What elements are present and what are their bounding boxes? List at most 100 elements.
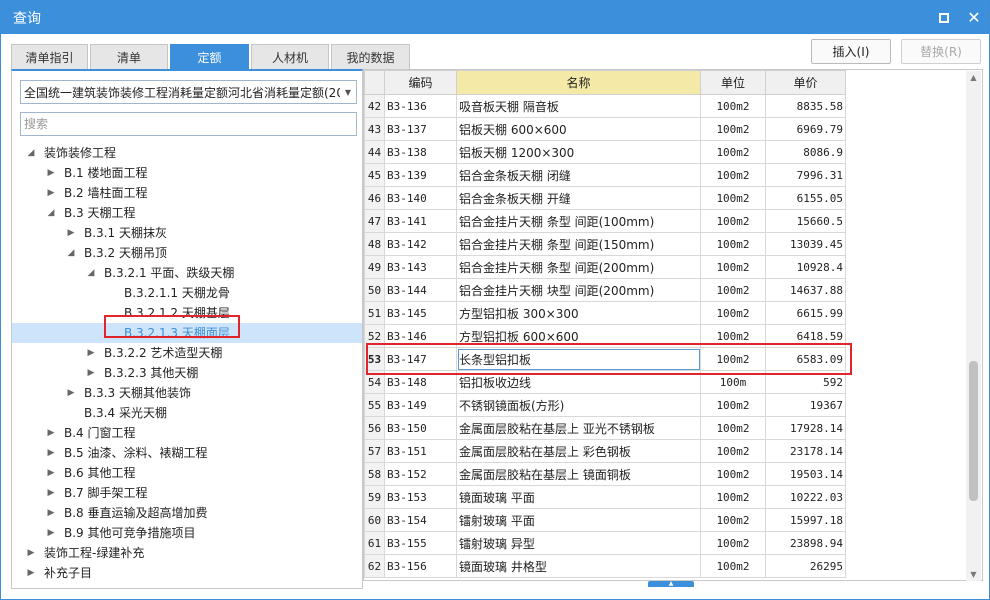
- price-cell[interactable]: 8086.9: [765, 140, 846, 164]
- table-row[interactable]: 48 B3-142 铝合金挂片天棚 条型 间距(150mm) 100m2 13039.4…: [364, 232, 846, 256]
- code-cell[interactable]: B3-149: [384, 393, 457, 417]
- table-row[interactable]: 42 B3-136 吸音板天棚 隔音板 100m2 8835.58: [364, 94, 846, 118]
- price-cell[interactable]: 23178.14: [765, 439, 846, 463]
- unit-cell[interactable]: 100m2: [700, 416, 766, 440]
- name-cell[interactable]: 金属面层胶粘在基层上 镜面铜板: [456, 462, 701, 486]
- collapse-triangle-icon[interactable]: ◢: [86, 263, 96, 283]
- price-cell[interactable]: 6615.99: [765, 301, 846, 325]
- insert-button[interactable]: 插入(I): [811, 39, 891, 64]
- scrollbar-thumb[interactable]: [969, 361, 978, 501]
- price-cell[interactable]: 6155.05: [765, 186, 846, 210]
- tree-node[interactable]: ▶ B.6 其他工程: [12, 463, 362, 483]
- column-header-price[interactable]: 单价: [765, 70, 846, 95]
- unit-cell[interactable]: 100m2: [700, 278, 766, 302]
- tree-node[interactable]: ▶ 装饰工程-绿建补充: [12, 543, 362, 563]
- column-header-code[interactable]: 编码: [384, 70, 457, 95]
- name-cell[interactable]: 铝板天棚 600×600: [456, 117, 701, 141]
- row-number[interactable]: 47: [364, 209, 385, 233]
- tree-node[interactable]: ▶ B.4 门窗工程: [12, 423, 362, 443]
- code-cell[interactable]: B3-141: [384, 209, 457, 233]
- row-number[interactable]: 62: [364, 554, 385, 578]
- table-row[interactable]: 59 B3-153 镜面玻璃 平面 100m2 10222.03: [364, 485, 846, 509]
- expand-triangle-icon[interactable]: ▶: [66, 223, 76, 243]
- vertical-scrollbar[interactable]: ▲ ▼: [966, 71, 981, 581]
- row-number[interactable]: 61: [364, 531, 385, 555]
- table-row[interactable]: 43 B3-137 铝板天棚 600×600 100m2 6969.79: [364, 117, 846, 141]
- name-cell[interactable]: 金属面层胶粘在基层上 彩色钢板: [456, 439, 701, 463]
- tab-list[interactable]: 清单: [90, 44, 168, 69]
- code-cell[interactable]: B3-155: [384, 531, 457, 555]
- name-cell[interactable]: 金属面层胶粘在基层上 亚光不锈钢板: [456, 416, 701, 440]
- name-cell[interactable]: 镜面玻璃 平面: [456, 485, 701, 509]
- expand-triangle-icon[interactable]: ▶: [46, 443, 56, 463]
- table-row[interactable]: 47 B3-141 铝合金挂片天棚 条型 间距(100mm) 100m2 15660.5: [364, 209, 846, 233]
- tab-my-data[interactable]: 我的数据: [331, 44, 410, 69]
- code-cell[interactable]: B3-143: [384, 255, 457, 279]
- row-number[interactable]: 49: [364, 255, 385, 279]
- tree-node[interactable]: ▶ B.1 楼地面工程: [12, 163, 362, 183]
- name-cell[interactable]: 镭射玻璃 平面: [456, 508, 701, 532]
- table-row[interactable]: 56 B3-150 金属面层胶粘在基层上 亚光不锈钢板 100m2 17928.14: [364, 416, 846, 440]
- panel-splitter-handle[interactable]: ▲: [648, 581, 694, 587]
- tab-quota[interactable]: 定额: [170, 44, 249, 69]
- tree-node[interactable]: B.3.2.1.1 天棚龙骨: [12, 283, 362, 303]
- collapse-triangle-icon[interactable]: ◢: [26, 143, 36, 163]
- unit-cell[interactable]: 100m2: [700, 140, 766, 164]
- table-row[interactable]: 49 B3-143 铝合金挂片天棚 条型 间距(200mm) 100m2 10928.4: [364, 255, 846, 279]
- table-row[interactable]: 58 B3-152 金属面层胶粘在基层上 镜面铜板 100m2 19503.14: [364, 462, 846, 486]
- expand-triangle-icon[interactable]: ▶: [46, 523, 56, 543]
- row-number[interactable]: 51: [364, 301, 385, 325]
- unit-cell[interactable]: 100m2: [700, 94, 766, 118]
- table-row[interactable]: 57 B3-151 金属面层胶粘在基层上 彩色钢板 100m2 23178.14: [364, 439, 846, 463]
- price-cell[interactable]: 7996.31: [765, 163, 846, 187]
- row-number[interactable]: 55: [364, 393, 385, 417]
- expand-triangle-icon[interactable]: ▶: [46, 183, 56, 203]
- unit-cell[interactable]: 100m2: [700, 232, 766, 256]
- code-cell[interactable]: B3-136: [384, 94, 457, 118]
- row-number[interactable]: 44: [364, 140, 385, 164]
- table-row[interactable]: 60 B3-154 镭射玻璃 平面 100m2 15997.18: [364, 508, 846, 532]
- name-cell[interactable]: 铝合金挂片天棚 条型 间距(100mm): [456, 209, 701, 233]
- code-cell[interactable]: B3-138: [384, 140, 457, 164]
- expand-triangle-icon[interactable]: ▶: [26, 563, 36, 583]
- row-number[interactable]: 60: [364, 508, 385, 532]
- name-cell[interactable]: 铝合金条板天棚 闭缝: [456, 163, 701, 187]
- row-number[interactable]: 58: [364, 462, 385, 486]
- price-cell[interactable]: 23898.94: [765, 531, 846, 555]
- unit-cell[interactable]: 100m2: [700, 163, 766, 187]
- collapse-triangle-icon[interactable]: ◢: [46, 203, 56, 223]
- tree-node[interactable]: ▶ B.3.2.3 其他天棚: [12, 363, 362, 383]
- row-number[interactable]: 43: [364, 117, 385, 141]
- name-cell[interactable]: 铝合金挂片天棚 条型 间距(200mm): [456, 255, 701, 279]
- unit-cell[interactable]: 100m2: [700, 209, 766, 233]
- unit-cell[interactable]: 100m2: [700, 531, 766, 555]
- price-cell[interactable]: 10222.03: [765, 485, 846, 509]
- tree-node[interactable]: ▶ B.7 脚手架工程: [12, 483, 362, 503]
- unit-cell[interactable]: 100m2: [700, 186, 766, 210]
- price-cell[interactable]: 19367: [765, 393, 846, 417]
- name-cell[interactable]: 铝合金条板天棚 开缝: [456, 186, 701, 210]
- tree-node[interactable]: ◢ B.3 天棚工程: [12, 203, 362, 223]
- table-row[interactable]: 55 B3-149 不锈钢镜面板(方形) 100m2 19367: [364, 393, 846, 417]
- table-row[interactable]: 61 B3-155 镭射玻璃 异型 100m2 23898.94: [364, 531, 846, 555]
- table-row[interactable]: 45 B3-139 铝合金条板天棚 闭缝 100m2 7996.31: [364, 163, 846, 187]
- price-cell[interactable]: 10928.4: [765, 255, 846, 279]
- expand-triangle-icon[interactable]: ▶: [46, 163, 56, 183]
- close-button[interactable]: ✕: [959, 1, 989, 34]
- tree-node[interactable]: ◢ B.3.2 天棚吊顶: [12, 243, 362, 263]
- expand-triangle-icon[interactable]: ▶: [86, 363, 96, 383]
- code-cell[interactable]: B3-156: [384, 554, 457, 578]
- unit-cell[interactable]: 100m2: [700, 485, 766, 509]
- name-cell[interactable]: 铝合金挂片天棚 块型 间距(200mm): [456, 278, 701, 302]
- row-number[interactable]: 42: [364, 94, 385, 118]
- code-cell[interactable]: B3-142: [384, 232, 457, 256]
- table-row[interactable]: 62 B3-156 镜面玻璃 井格型 100m2 26295: [364, 554, 846, 578]
- unit-cell[interactable]: 100m2: [700, 301, 766, 325]
- tree-node[interactable]: ▶ B.9 其他可竞争措施项目: [12, 523, 362, 543]
- tree-node[interactable]: ▶ B.5 油漆、涂料、裱糊工程: [12, 443, 362, 463]
- column-header-name[interactable]: 名称: [456, 70, 701, 95]
- row-number[interactable]: 46: [364, 186, 385, 210]
- tree-node[interactable]: B.3.4 采光天棚: [12, 403, 362, 423]
- price-cell[interactable]: 26295: [765, 554, 846, 578]
- code-cell[interactable]: B3-139: [384, 163, 457, 187]
